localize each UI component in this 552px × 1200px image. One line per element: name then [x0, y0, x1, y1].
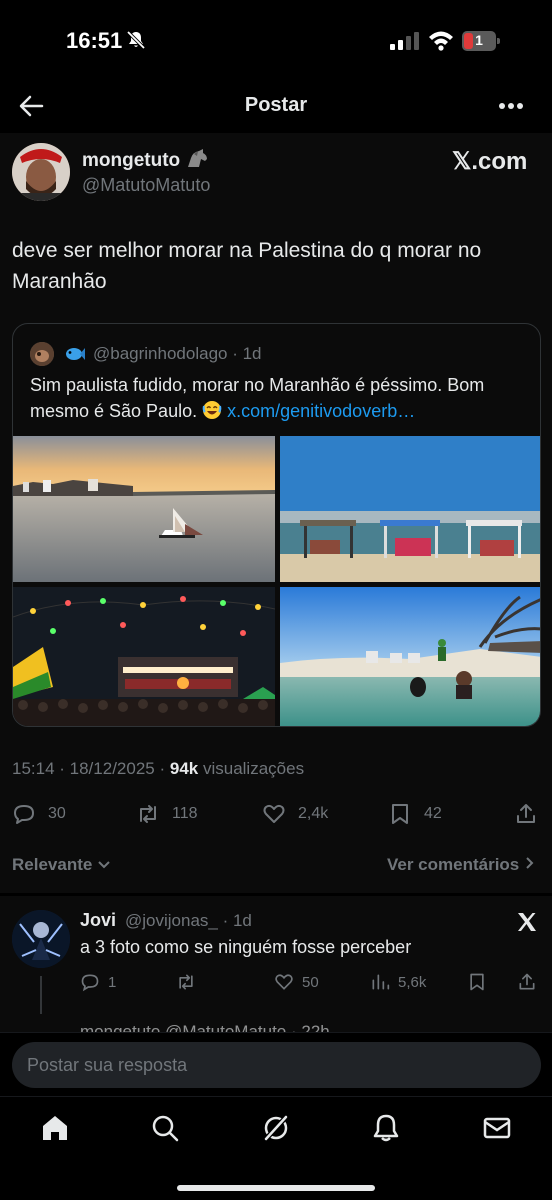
- photo-grid: [13, 436, 540, 726]
- photo-festival-night[interactable]: [13, 587, 275, 726]
- photo-sailboat-sunset[interactable]: [13, 436, 275, 582]
- reply-text: a 3 foto como se ninguém fosse perceber: [80, 937, 412, 957]
- bookmark-icon: [392, 804, 408, 824]
- reply-reply-count: 1: [108, 973, 117, 991]
- grok-icon[interactable]: [261, 1113, 291, 1143]
- page-title: Postar: [244, 94, 308, 116]
- quote-age: 1d: [242, 344, 262, 363]
- home-indicator: [177, 1185, 375, 1191]
- compose-area: [0, 1032, 552, 1096]
- author-name-text: mongetuto: [82, 150, 181, 171]
- post-meta: 15:14 · 18/12/2025 · 94k visualizações: [12, 759, 304, 779]
- post-text: deve ser melhor morar na Palestina do q …: [12, 239, 482, 293]
- heart-icon: [275, 974, 293, 990]
- laughing-emoji-icon: [202, 401, 222, 419]
- reply-author-name[interactable]: Jovi: [80, 910, 116, 931]
- repost-icon: [179, 974, 193, 990]
- heart-icon: [263, 804, 285, 823]
- like-button[interactable]: 2,4k: [262, 799, 328, 829]
- repost-count: 118: [172, 805, 198, 822]
- post-actions: 30 118 2,4k 42: [0, 799, 552, 839]
- bookmark-count: 42: [424, 805, 442, 822]
- status-bar: 16:51 1: [0, 0, 552, 80]
- view-comments-label: Ver comentários: [386, 855, 520, 874]
- top-nav: Postar: [0, 80, 552, 132]
- photo-lagoon-swimmers[interactable]: [280, 587, 540, 726]
- horse-emoji-icon: [188, 149, 208, 167]
- views-label: visualizações: [202, 759, 305, 778]
- reply-icon: [14, 805, 34, 824]
- author-handle: @MatutoMatuto: [82, 175, 211, 195]
- like-count: 2,4k: [298, 805, 329, 822]
- battery-indicator: 1: [462, 31, 500, 51]
- reply-like-button[interactable]: 50: [274, 970, 319, 994]
- author-name[interactable]: mongetuto: [82, 149, 209, 172]
- search-icon[interactable]: [150, 1113, 180, 1143]
- quote-handle-text: @bagrinhodolago: [93, 344, 228, 363]
- reply-avatar[interactable]: [12, 910, 70, 968]
- bookmark-icon: [470, 973, 484, 991]
- sort-row: Relevante Ver comentários: [0, 851, 552, 881]
- reply-views-count: 5,6k: [398, 973, 427, 991]
- share-icon: [517, 804, 535, 823]
- reply-share-button[interactable]: [517, 970, 537, 994]
- reply-views-button[interactable]: 5,6k: [370, 970, 426, 994]
- view-comments-link[interactable]: Ver comentários: [387, 855, 536, 875]
- repost-icon: [140, 805, 156, 823]
- chevron-right-icon: [526, 857, 534, 869]
- chevron-down-icon: [98, 861, 110, 869]
- share-icon: [519, 973, 535, 990]
- share-button[interactable]: [514, 799, 538, 829]
- bookmark-button[interactable]: 42: [388, 799, 442, 829]
- battery-level-text: 1: [475, 32, 483, 48]
- main-post: mongetuto @MatutoMatuto 𝕏.com deve ser m…: [0, 133, 552, 893]
- cellular-signal-icon: [390, 32, 419, 50]
- reply-bookmark-button[interactable]: [467, 970, 487, 994]
- reply-button[interactable]: 30: [12, 799, 66, 829]
- post-timestamp: 15:14 · 18/12/2025 ·: [12, 759, 166, 778]
- reply-handle: @jovijonas_ · 1d: [125, 911, 252, 930]
- quote-text: Sim paulista fudido, morar no Maranhão é…: [30, 372, 530, 424]
- reply-like-count: 50: [302, 973, 319, 991]
- more-options-icon[interactable]: [498, 102, 524, 110]
- reply-count: 30: [48, 805, 66, 822]
- fish-emoji-icon: [66, 348, 85, 360]
- repost-button[interactable]: 118: [136, 799, 198, 829]
- bell-off-icon: [126, 30, 146, 50]
- bottom-tab-bar: [0, 1096, 552, 1200]
- wifi-icon: [429, 31, 453, 51]
- quote-author-avatar: [30, 342, 54, 366]
- status-time: 16:51: [66, 28, 123, 53]
- x-logo-icon: [518, 913, 536, 931]
- quoted-post[interactable]: @bagrinhodolago · 1d Sim paulista fudido…: [12, 323, 541, 727]
- views-count: 94k: [169, 759, 199, 778]
- author-avatar[interactable]: [12, 143, 70, 201]
- reply-repost-button[interactable]: [176, 970, 196, 994]
- quote-link[interactable]: x.com/genitivodoverb…: [227, 401, 415, 421]
- sort-label: Relevante: [12, 855, 93, 874]
- quote-handle: @bagrinhodolago · 1d: [93, 344, 262, 363]
- photo-beach-tents[interactable]: [280, 436, 540, 582]
- reply-compose-input[interactable]: [12, 1042, 541, 1088]
- sort-dropdown[interactable]: Relevante: [12, 855, 111, 875]
- source-badge: 𝕏.com: [452, 148, 528, 175]
- messages-envelope-icon[interactable]: [482, 1113, 512, 1143]
- reply-actions: 1 50 5,6k: [0, 970, 552, 996]
- views-chart-icon: [372, 974, 390, 990]
- home-icon[interactable]: [40, 1113, 70, 1143]
- reply-item[interactable]: Jovi @jovijonas_ · 1d a 3 foto como se n…: [0, 896, 552, 1041]
- reply-icon: [81, 974, 99, 992]
- reply-reply-button[interactable]: 1: [80, 970, 116, 994]
- notifications-bell-icon[interactable]: [371, 1113, 401, 1143]
